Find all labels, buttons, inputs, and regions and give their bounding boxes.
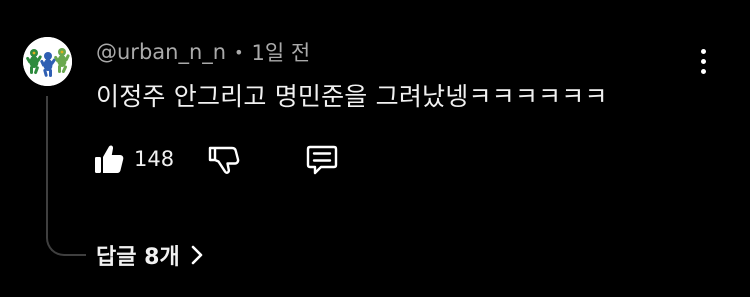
comment-text: 이정주 안그리고 명민준을 그려났넹ㅋㅋㅋㅋㅋㅋ	[96, 82, 608, 111]
author-name[interactable]: @urban_n_n	[96, 40, 226, 64]
thumbs-up-icon	[95, 145, 124, 173]
thumbs-down-icon	[208, 146, 240, 174]
more-vertical-icon[interactable]	[688, 44, 718, 78]
like-count: 148	[134, 147, 175, 171]
chevron-right-icon	[190, 244, 204, 266]
more-dot	[700, 48, 706, 54]
more-dot	[700, 58, 706, 64]
avatar[interactable]	[23, 37, 72, 86]
reply-thread-line	[46, 96, 86, 256]
dancing-bears-avatar-image	[23, 37, 72, 86]
dislike-button[interactable]	[206, 140, 242, 178]
comment-thread: @urban_n_n • 1일 전 이정주 안그리고 명민준을 그려났넹ㅋㅋㅋㅋ…	[0, 0, 750, 297]
replies-label: 답글 8개	[96, 245, 180, 270]
separator-dot: •	[234, 42, 244, 62]
like-button[interactable]: 148	[94, 140, 174, 178]
comment-header: @urban_n_n • 1일 전	[96, 38, 310, 66]
timestamp[interactable]: 1일 전	[252, 37, 311, 67]
more-dot	[700, 68, 706, 74]
reply-button[interactable]	[304, 140, 340, 178]
comment-icon	[306, 145, 338, 175]
view-replies-button[interactable]: 답글 8개	[96, 238, 204, 272]
